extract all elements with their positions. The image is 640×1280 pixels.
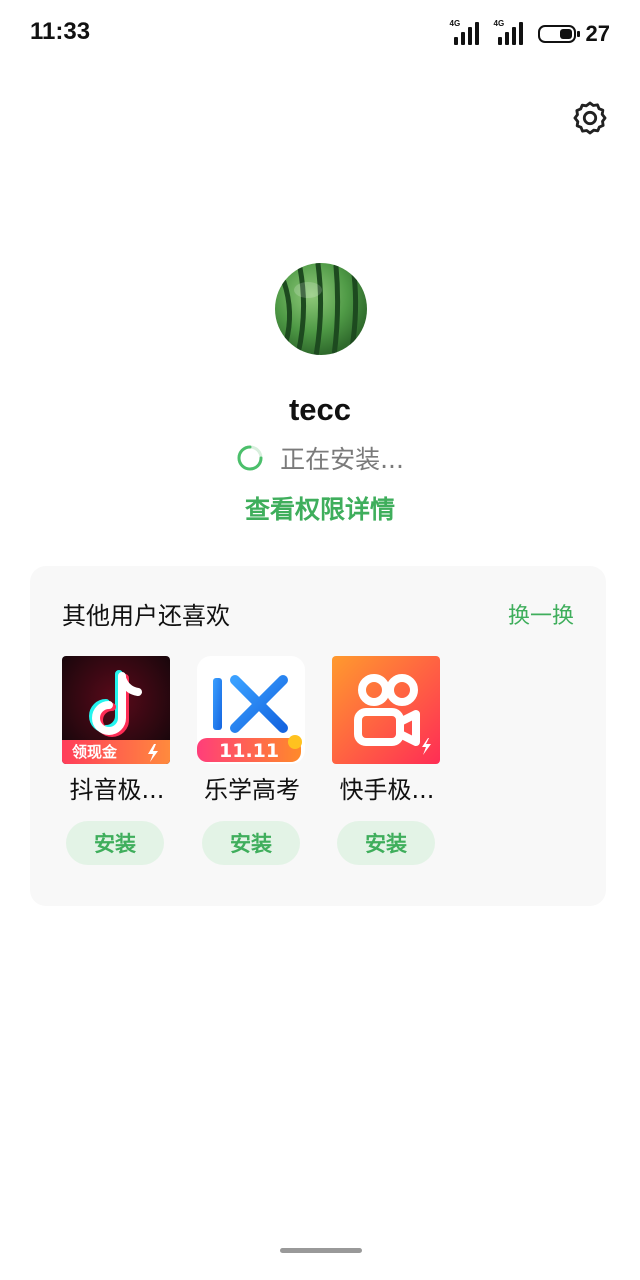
- douyin-lite-icon[interactable]: 领现金: [62, 656, 170, 764]
- recommended-app-name: 乐学高考: [204, 776, 300, 804]
- recommended-app-name: 快手极...: [339, 776, 435, 804]
- install-button[interactable]: 安装: [337, 821, 435, 865]
- app-icon: [274, 262, 368, 356]
- status-time: 11:33: [30, 18, 91, 45]
- recommended-app: 领现金 抖音极... 安装: [62, 656, 172, 865]
- status-indicators: 4G 4G 27: [450, 18, 610, 50]
- kuaishou-lite-icon[interactable]: [332, 656, 440, 764]
- recommended-app: 快手极... 安装: [332, 656, 442, 865]
- install-status: 正在安装...: [0, 440, 640, 476]
- network-type-label-2: 4G: [493, 19, 505, 28]
- loading-spinner-icon: [237, 445, 263, 471]
- app-name: tecc: [288, 392, 352, 427]
- gear-icon: [573, 101, 607, 135]
- cellular-signal-icon-2: 4G: [493, 19, 528, 47]
- recommended-app-name: 抖音极...: [69, 776, 165, 804]
- home-indicator[interactable]: [280, 1248, 362, 1253]
- battery-level: 27: [585, 21, 610, 46]
- network-type-label: 4G: [449, 19, 461, 28]
- install-button[interactable]: 安装: [66, 821, 164, 865]
- douyin-badge: 领现金: [71, 743, 118, 761]
- battery-icon: [537, 25, 580, 43]
- status-bar: 11:33 4G 4G 27: [0, 0, 640, 68]
- recommended-app: 11.11 乐学高考 安装: [197, 656, 307, 865]
- recommendation-card: 其他用户还喜欢 换一换 领现金 抖音极... 安装 11.11 乐学高考 安装 …: [30, 566, 606, 906]
- settings-button[interactable]: [568, 96, 612, 140]
- refresh-button[interactable]: 换一换: [508, 598, 574, 630]
- recommendation-title: 其他用户还喜欢: [62, 602, 230, 630]
- lexue-badge: 11.11: [219, 740, 279, 762]
- cellular-signal-icon: 4G: [449, 19, 484, 47]
- view-permissions-link[interactable]: 查看权限详情: [0, 490, 640, 526]
- watermelon-icon: [275, 263, 367, 355]
- install-status-text: 正在安装...: [280, 445, 404, 474]
- install-button[interactable]: 安装: [202, 821, 300, 865]
- lexue-gaokao-icon[interactable]: 11.11: [197, 656, 305, 764]
